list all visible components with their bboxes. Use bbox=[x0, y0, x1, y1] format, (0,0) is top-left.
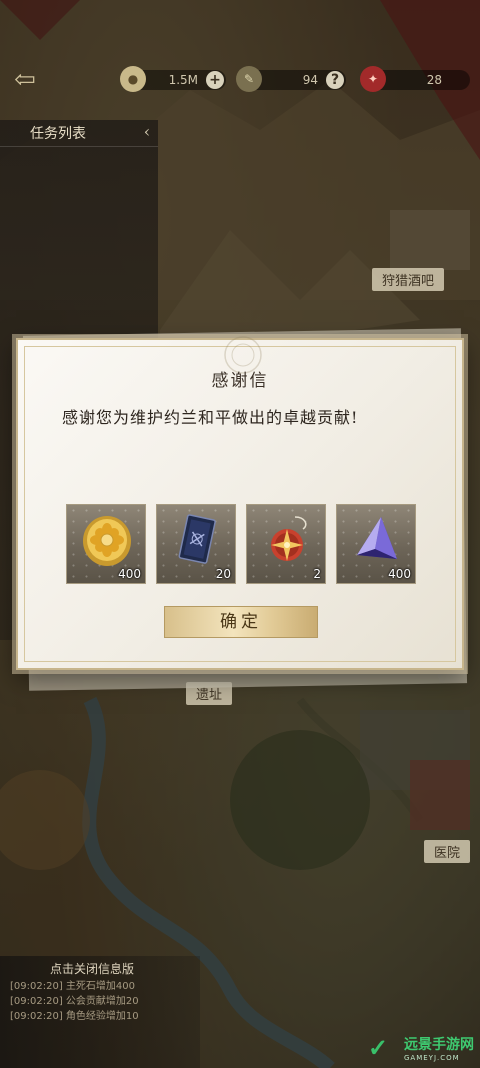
resource-feather: ✎ 94 ? bbox=[236, 66, 346, 92]
reward-count: 400 bbox=[388, 567, 411, 581]
thank-you-dialog: 感谢信 感谢您为维护约兰和平做出的卓越贡献! 400 20 2 400 确定 bbox=[16, 336, 464, 670]
exp-card-icon bbox=[178, 514, 216, 564]
message-log[interactable]: 点击关闭信息版 [09:02:20] 主死石增加400 [09:02:20] 公… bbox=[0, 956, 200, 1068]
dialog-title: 感谢信 bbox=[211, 371, 269, 391]
map-label-tavern[interactable]: 狩猎酒吧 bbox=[372, 268, 445, 291]
purple-crystal-icon bbox=[357, 517, 397, 559]
add-coins-button[interactable]: + bbox=[206, 71, 224, 89]
reward-item[interactable]: 2 bbox=[246, 504, 326, 584]
task-panel-title: 任务列表 bbox=[0, 120, 158, 147]
coin-icon: ● bbox=[120, 66, 146, 92]
watermark-logo-icon: ✓ bbox=[368, 1033, 389, 1062]
top-bar: ⇦ ● 1.5M + ✎ 94 ? ✦ 28 bbox=[0, 66, 480, 96]
reward-count: 2 bbox=[313, 567, 321, 581]
gold-coin-icon bbox=[83, 516, 131, 566]
reward-list: 400 20 2 400 bbox=[66, 504, 418, 584]
collapse-chevron-icon[interactable]: ‹ bbox=[138, 122, 156, 144]
log-line: [09:02:20] 主死石增加400 bbox=[10, 981, 135, 992]
reward-item[interactable]: 400 bbox=[66, 504, 146, 584]
confirm-button[interactable]: 确定 bbox=[164, 606, 318, 638]
watermark-url: GAMEYJ.COM bbox=[404, 1054, 460, 1062]
log-line: [09:02:20] 公会贡献增加20 bbox=[10, 996, 139, 1007]
stamina-icon: ✦ bbox=[360, 66, 386, 92]
watermark: ✓ 远景手游网 GAMEYJ.COM bbox=[368, 1033, 474, 1063]
reward-item[interactable]: 20 bbox=[156, 504, 236, 584]
log-line: [09:02:20] 角色经验增加10 bbox=[10, 1011, 139, 1022]
back-arrow-icon[interactable]: ⇦ bbox=[14, 66, 54, 94]
info-button[interactable]: ? bbox=[326, 71, 344, 89]
resource-value: 1.5M bbox=[168, 73, 198, 87]
resource-coins: ● 1.5M + bbox=[120, 66, 226, 92]
resource-value: 28 bbox=[426, 73, 442, 87]
resource-stamina: ✦ 28 bbox=[360, 66, 470, 92]
reward-item[interactable]: 400 bbox=[336, 504, 416, 584]
reward-count: 20 bbox=[215, 567, 231, 581]
log-close-hint[interactable]: 点击关闭信息版 bbox=[0, 956, 200, 979]
feather-icon: ✎ bbox=[236, 66, 262, 92]
map-label-hospital[interactable]: 医院 bbox=[424, 840, 471, 863]
dialog-message: 感谢您为维护约兰和平做出的卓越贡献! bbox=[62, 408, 359, 427]
compass-amulet-icon bbox=[271, 516, 307, 561]
resource-value: 94 bbox=[302, 73, 318, 87]
reward-count: 400 bbox=[118, 567, 141, 581]
watermark-text: 远景手游网 bbox=[404, 1037, 474, 1053]
